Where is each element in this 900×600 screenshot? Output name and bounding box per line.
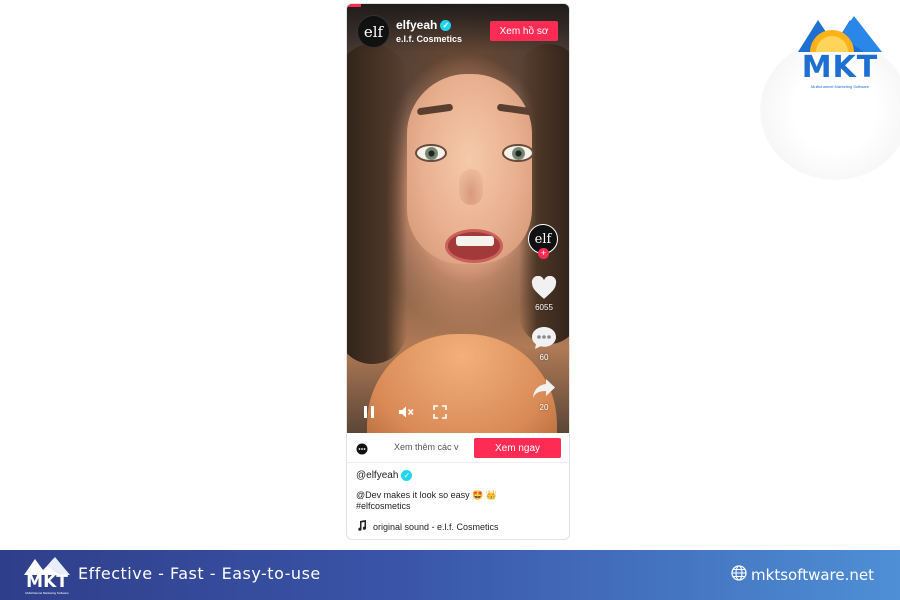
logo-text: MKT [801, 50, 879, 85]
footer-logo-text: MKT [26, 572, 68, 592]
pause-icon[interactable] [362, 405, 376, 424]
chat-bubble-icon [356, 442, 368, 460]
author-username-row[interactable]: elfyeah ✓ [396, 18, 452, 32]
like-count: 6055 [535, 303, 553, 312]
view-profile-button[interactable]: Xem hồ sơ [490, 21, 558, 41]
fullscreen-icon[interactable] [433, 405, 447, 424]
verified-badge-icon: ✓ [440, 19, 452, 31]
follow-plus-icon[interactable]: + [538, 248, 549, 259]
author-username[interactable]: elfyeah [396, 18, 437, 32]
tiktok-embed-card[interactable]: elf elfyeah ✓ e.l.f. Cosmetics Xem hồ sơ… [346, 3, 570, 540]
author-display-name: e.l.f. Cosmetics [396, 34, 463, 44]
video-player[interactable]: elf elfyeah ✓ e.l.f. Cosmetics Xem hồ sơ… [347, 4, 569, 433]
volume-muted-icon[interactable] [398, 405, 414, 424]
author-handle-row[interactable]: @elfyeah ✓ [356, 470, 561, 481]
video-info: @elfyeah ✓ @Dev makes it look so easy 🤩 … [356, 470, 561, 533]
page: MKT Multichannel Marketing Software elf … [0, 0, 900, 600]
caption-line: @Dev makes it look so easy 🤩 👑 [356, 490, 498, 500]
comment-icon[interactable] [527, 326, 561, 350]
footer-logo-subtitle: Multichannel Marketing Software [25, 591, 69, 595]
author-avatar[interactable]: elf [357, 15, 390, 48]
comment-action[interactable]: 60 [527, 326, 561, 362]
video-frame-hair-left [347, 44, 407, 364]
video-caption: @Dev makes it look so easy 🤩 👑 #elfcosme… [356, 490, 561, 512]
view-now-button[interactable]: Xem ngay [474, 438, 561, 458]
website-link[interactable]: mktsoftware.net [731, 565, 874, 585]
footer-bar: MKT Multichannel Marketing Software Effe… [0, 550, 900, 600]
video-frame-eye [415, 144, 447, 162]
video-progress-indicator [347, 4, 361, 7]
video-controls [347, 393, 569, 433]
verified-badge-icon: ✓ [401, 470, 413, 481]
video-frame-mouth [445, 229, 503, 263]
hashtag-link[interactable]: #elfcosmetics [356, 501, 561, 512]
sound-row[interactable]: original sound - e.l.f. Cosmetics [356, 520, 561, 533]
website-text[interactable]: mktsoftware.net [751, 566, 874, 584]
footer-logo: MKT Multichannel Marketing Software [22, 556, 72, 596]
sound-name[interactable]: original sound - e.l.f. Cosmetics [373, 522, 499, 532]
promo-text: Xem thêm các v [394, 442, 459, 452]
author-handle[interactable]: @elfyeah [356, 470, 398, 481]
comment-count: 60 [539, 353, 549, 362]
footer-tagline: Effective - Fast - Easy-to-use [78, 564, 321, 583]
logo-subtitle: Multichannel Marketing Software [810, 84, 870, 89]
video-frame-nose [459, 169, 483, 205]
promo-bar: Xem thêm các v Xem ngay [347, 433, 569, 463]
like-action[interactable]: 6055 [527, 276, 561, 312]
globe-icon [731, 565, 747, 585]
mkt-logo-mark-icon [798, 16, 882, 52]
video-frame-eye [502, 144, 534, 162]
music-note-icon [356, 520, 367, 533]
heart-icon[interactable] [527, 276, 561, 300]
mkt-logo: MKT Multichannel Marketing Software [794, 14, 886, 92]
